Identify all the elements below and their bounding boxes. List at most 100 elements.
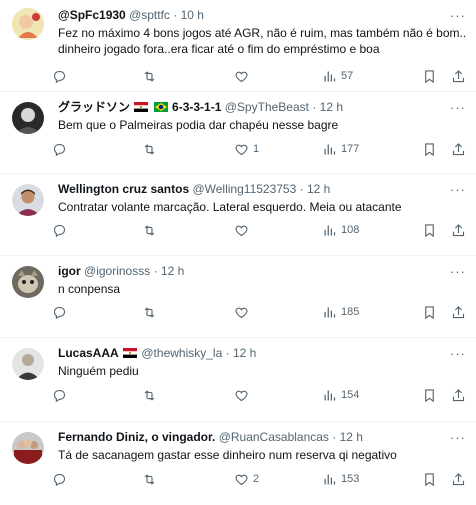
reply-button[interactable] [52, 471, 142, 487]
more-icon[interactable]: ··· [450, 346, 466, 361]
author-name[interactable]: @SpFc1930 [58, 8, 126, 22]
retweet-button[interactable] [142, 141, 234, 157]
author-handle[interactable]: @igorinosss [84, 264, 150, 278]
tweet-text-line: Fez no máximo 4 bons jogos até AGR, não … [58, 26, 467, 40]
tweet-header: LucasAAA @thewhisky_la · 12 h [58, 346, 476, 361]
views-icon [324, 71, 336, 81]
views-button[interactable]: 185 [322, 304, 418, 320]
like-button[interactable] [234, 387, 322, 403]
share-button[interactable] [451, 471, 466, 487]
bookmark-button[interactable] [422, 304, 437, 320]
retweet-icon [144, 389, 155, 401]
avatar[interactable] [12, 102, 44, 134]
tweet-5[interactable]: ··· LucasAAA @thewhisky_la · 12 h Ningué… [0, 338, 476, 422]
like-icon [235, 390, 248, 401]
author-handle[interactable]: @RuanCasablancas [219, 430, 329, 444]
tweet-6[interactable]: ··· Fernando Diniz, o vingador. @RuanCas… [0, 422, 476, 505]
author-name[interactable]: グラッドソン [58, 100, 130, 114]
tweet-header: igor @igorinosss · 12 h [58, 264, 476, 279]
timestamp[interactable]: 12 h [307, 182, 330, 196]
like-button[interactable] [234, 304, 322, 320]
timestamp[interactable]: 12 h [340, 430, 363, 444]
reply-button[interactable] [52, 68, 142, 84]
reply-feed: ··· @SpFc1930 @spttfc · 10 h Fez no máxi… [0, 0, 476, 505]
views-button[interactable]: 177 [322, 141, 418, 157]
reply-icon [53, 306, 66, 319]
author-name[interactable]: LucasAAA [58, 346, 119, 360]
reply-button[interactable] [52, 222, 142, 238]
retweet-button[interactable] [142, 304, 234, 320]
like-button[interactable] [234, 68, 322, 84]
retweet-icon [144, 224, 155, 236]
tweet-1[interactable]: ··· @SpFc1930 @spttfc · 10 h Fez no máxi… [0, 0, 476, 92]
timestamp[interactable]: 12 h [320, 100, 343, 114]
views-button[interactable]: 57 [322, 68, 418, 84]
avatar[interactable] [12, 432, 44, 464]
like-icon [235, 307, 248, 318]
tweet-text: Tá de sacanagem gastar esse dinheiro num… [58, 447, 476, 463]
retweet-button[interactable] [142, 471, 234, 487]
brazil-flag-icon [153, 102, 168, 112]
avatar[interactable] [12, 266, 44, 298]
reply-icon [53, 143, 66, 156]
like-button[interactable]: 2 [234, 471, 322, 487]
bookmark-button[interactable] [422, 471, 437, 487]
share-button[interactable] [451, 387, 466, 403]
tweet-4[interactable]: ··· igor @igorinosss · 12 h n conpensa 1… [0, 256, 476, 338]
retweet-button[interactable] [142, 68, 234, 84]
tweet-3[interactable]: ··· Wellington cruz santos @Welling11523… [0, 174, 476, 256]
avatar[interactable] [12, 8, 44, 40]
author-handle[interactable]: @Welling11523753 [192, 182, 296, 196]
retweet-button[interactable] [142, 387, 234, 403]
reply-icon [53, 473, 66, 486]
separator-dot: · [312, 100, 317, 114]
avatar[interactable] [12, 348, 44, 380]
retweet-button[interactable] [142, 222, 234, 238]
bookmark-icon [425, 472, 434, 486]
tweet-actions: 154 [52, 387, 466, 403]
reply-button[interactable] [52, 304, 142, 320]
views-icon [324, 474, 336, 484]
tweet-2[interactable]: ··· グラッドソン 6-3-3-1-1 @SpyTheBeast · 12 h… [0, 92, 476, 174]
share-button[interactable] [451, 304, 466, 320]
bookmark-button[interactable] [422, 68, 437, 84]
author-handle[interactable]: @thewhisky_la [141, 346, 222, 360]
bookmark-button[interactable] [422, 141, 437, 157]
author-name[interactable]: Wellington cruz santos [58, 182, 189, 196]
reply-button[interactable] [52, 141, 142, 157]
author-handle[interactable]: @SpyTheBeast [225, 100, 309, 114]
views-button[interactable]: 108 [322, 222, 418, 238]
views-button[interactable]: 154 [322, 387, 418, 403]
reply-icon [53, 224, 66, 237]
share-icon [452, 472, 465, 485]
timestamp[interactable]: 10 h [181, 8, 204, 22]
reply-icon [53, 389, 66, 402]
tweet-text: Fez no máximo 4 bons jogos até AGR, não … [58, 25, 476, 57]
tweet-text-line: Contratar volante marcação. Lateral esqu… [58, 200, 402, 214]
share-icon [452, 388, 465, 401]
author-handle[interactable]: @spttfc [129, 8, 170, 22]
author-name[interactable]: Fernando Diniz, o vingador. [58, 430, 215, 444]
egypt-flag-icon [134, 102, 149, 112]
timestamp[interactable]: 12 h [161, 264, 184, 278]
reply-button[interactable] [52, 387, 142, 403]
bookmark-button[interactable] [422, 387, 437, 403]
like-button[interactable] [234, 222, 322, 238]
more-icon[interactable]: ··· [450, 100, 466, 115]
like-button[interactable]: 1 [234, 141, 322, 157]
bookmark-icon [425, 388, 434, 402]
more-icon[interactable]: ··· [450, 182, 466, 197]
more-icon[interactable]: ··· [450, 8, 466, 23]
avatar[interactable] [12, 184, 44, 216]
author-name[interactable]: igor [58, 264, 81, 278]
retweet-icon [144, 143, 155, 155]
bookmark-button[interactable] [422, 222, 437, 238]
share-button[interactable] [451, 222, 466, 238]
more-icon[interactable]: ··· [450, 430, 466, 445]
share-button[interactable] [451, 68, 466, 84]
more-icon[interactable]: ··· [450, 264, 466, 279]
share-button[interactable] [451, 141, 466, 157]
views-button[interactable]: 153 [322, 471, 418, 487]
tweet-text-line: Bem que o Palmeiras podia dar chapéu nes… [58, 118, 339, 132]
timestamp[interactable]: 12 h [233, 346, 256, 360]
